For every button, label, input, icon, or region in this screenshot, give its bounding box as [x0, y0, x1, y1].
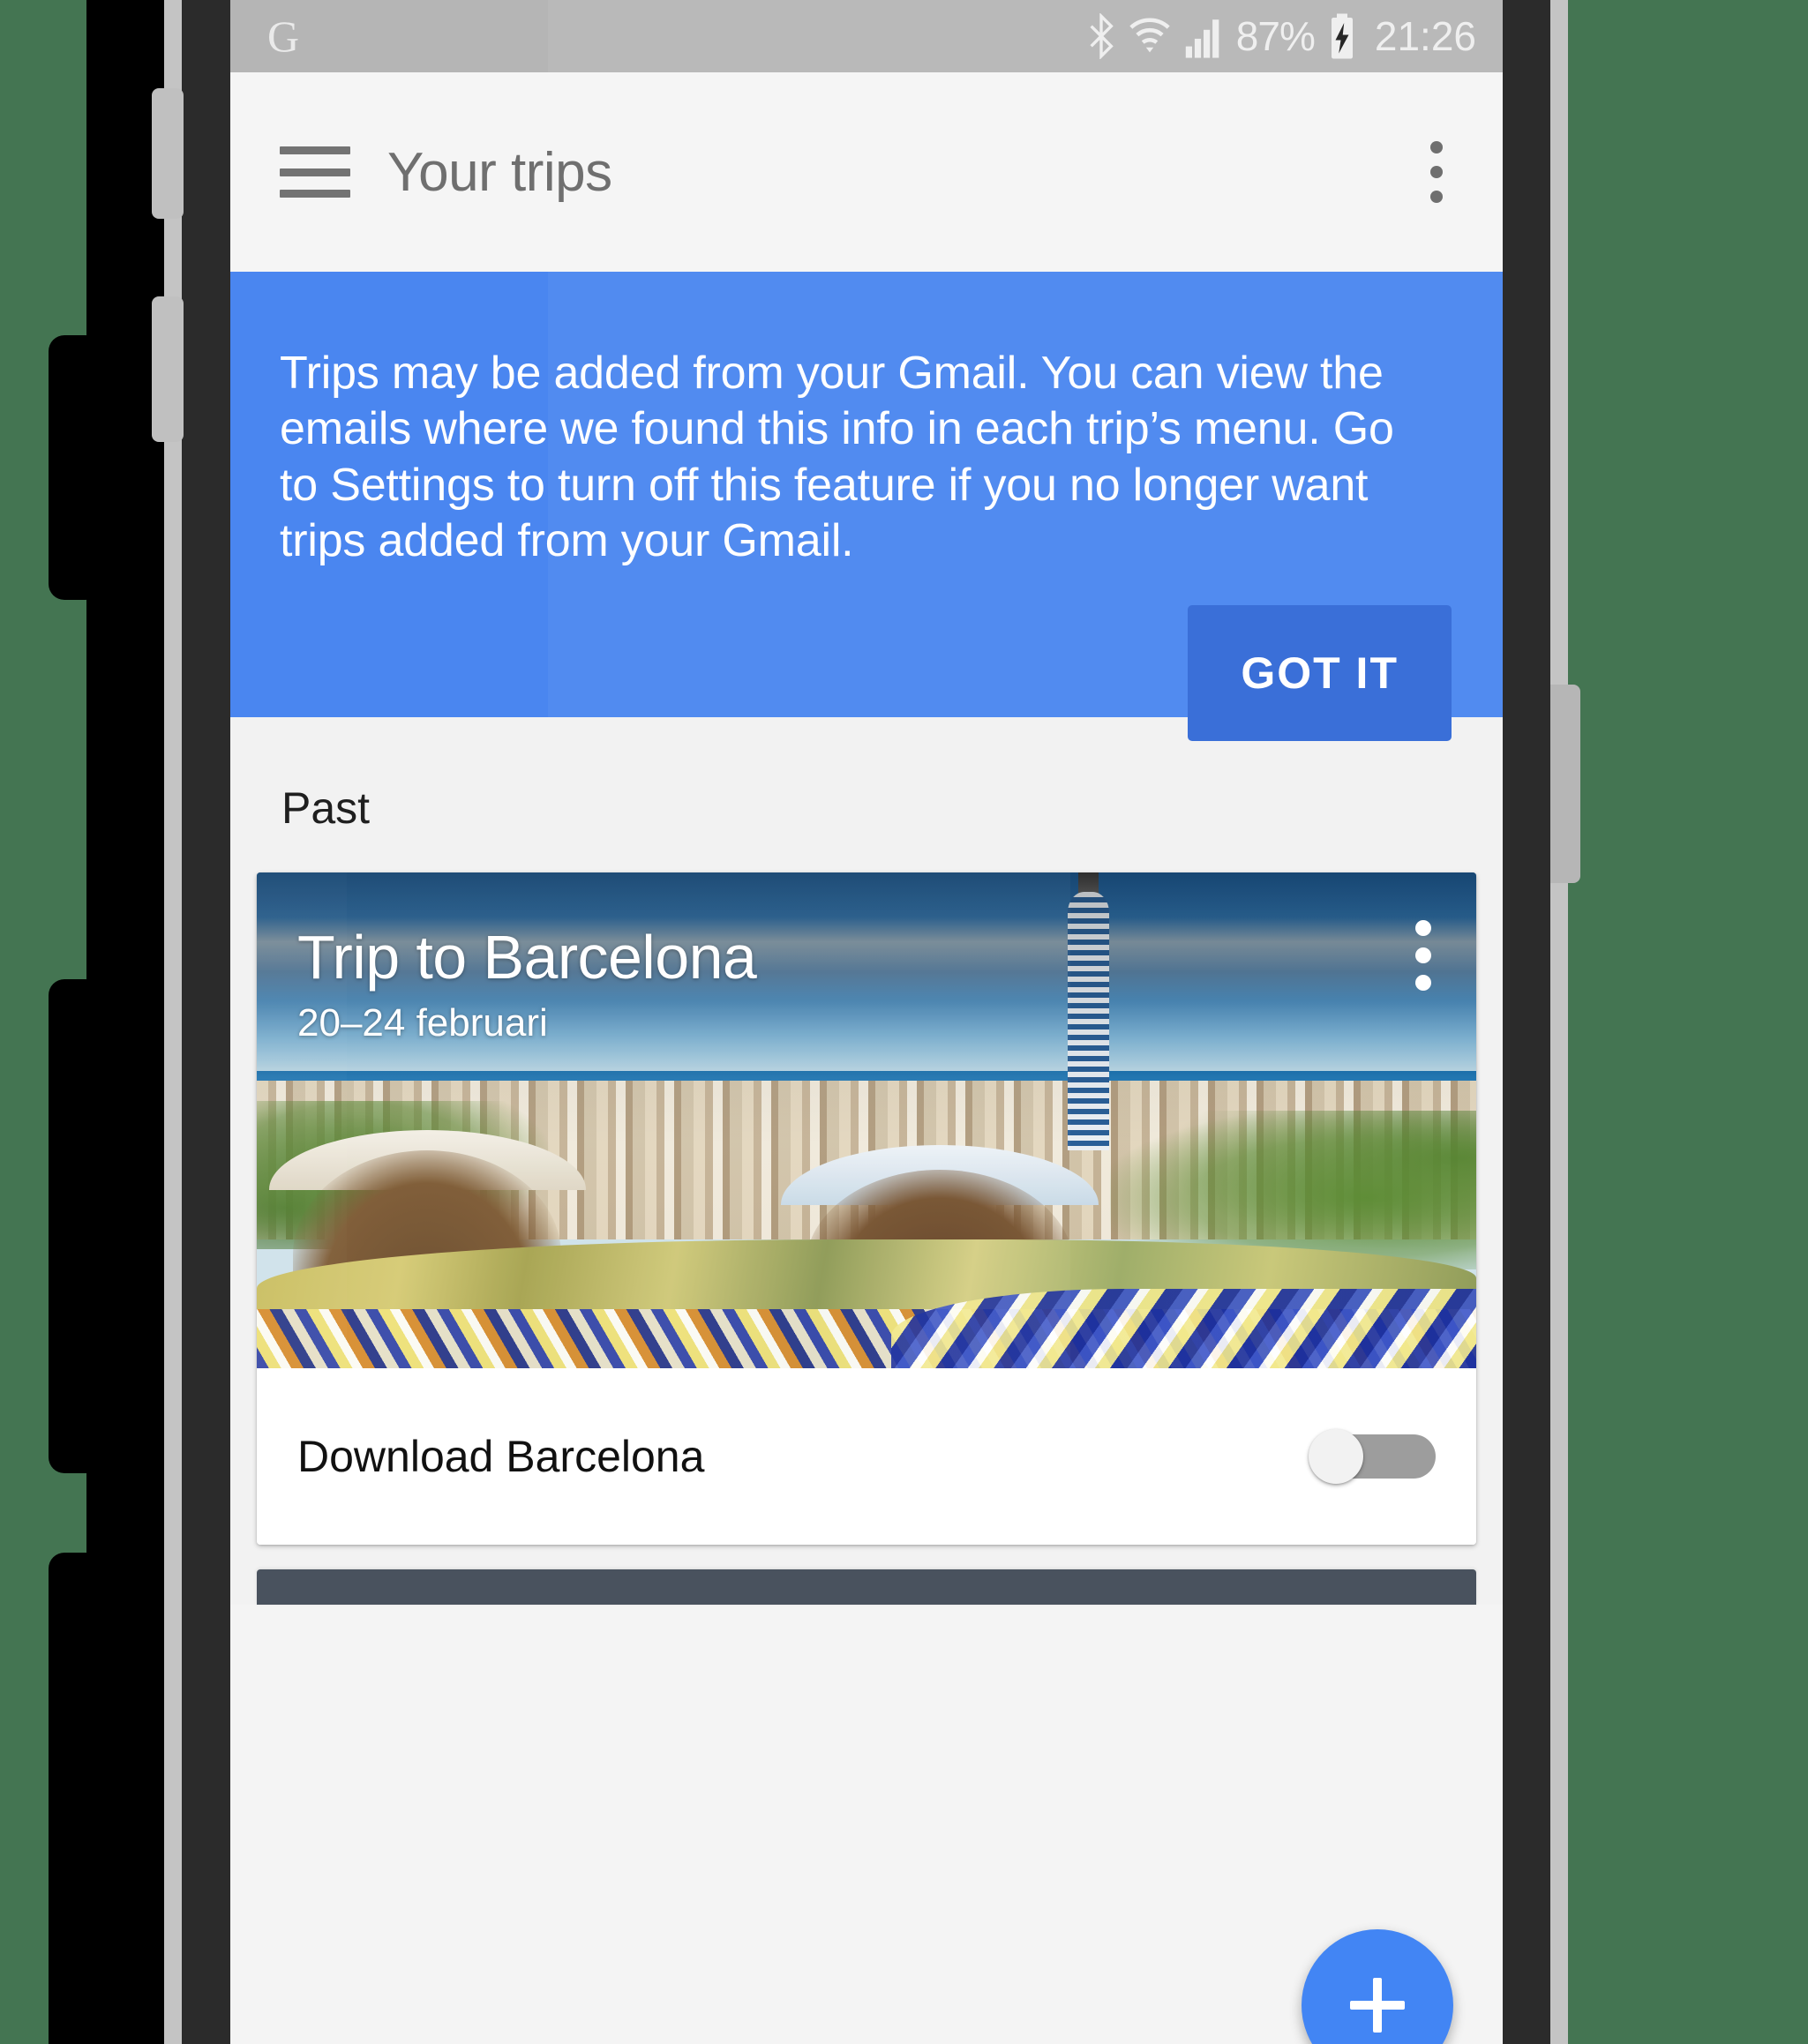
trip-dates: 20–24 februari — [297, 1001, 548, 1044]
phone-screen: G 87% 21:26 Your trips Trips may be adde… — [230, 0, 1503, 2044]
battery-percentage: 87% — [1235, 13, 1316, 59]
promo-actions: GOT IT — [280, 604, 1453, 741]
volume-up-button[interactable] — [152, 88, 184, 219]
gmail-trips-promo-banner: Trips may be added from your Gmail. You … — [230, 272, 1503, 741]
toggle-thumb — [1309, 1429, 1363, 1484]
plus-icon — [1350, 2001, 1405, 2010]
status-bar: G 87% 21:26 — [230, 0, 1503, 72]
phone-drop-shadow-notch — [49, 335, 101, 600]
trip-overflow-menu-icon[interactable] — [1397, 911, 1450, 1000]
page-title: Your trips — [387, 141, 612, 203]
add-trip-fab[interactable] — [1302, 1929, 1453, 2044]
trip-title: Trip to Barcelona — [297, 923, 757, 992]
status-bar-left: G — [230, 14, 299, 58]
download-toggle[interactable] — [1309, 1429, 1436, 1484]
download-row-label: Download Barcelona — [297, 1432, 705, 1481]
phone-drop-shadow-notch — [49, 979, 101, 1473]
next-trip-card-partial[interactable] — [257, 1569, 1476, 1605]
trip-card[interactable]: Trip to Barcelona 20–24 februari Downloa… — [257, 872, 1476, 1545]
google-g-icon: G — [267, 11, 300, 61]
app-bar: Your trips — [230, 72, 1503, 272]
status-bar-right: 87% 21:26 — [1086, 12, 1503, 60]
bluetooth-icon — [1090, 13, 1114, 59]
download-row[interactable]: Download Barcelona — [257, 1368, 1476, 1545]
wifi-icon — [1129, 18, 1170, 53]
trips-list: Past Trip to Barcelona 20–24 februari Do… — [230, 717, 1503, 1605]
phone-right-rail — [1550, 0, 1568, 2044]
volume-down-button[interactable] — [152, 296, 184, 442]
got-it-button[interactable]: GOT IT — [1188, 604, 1452, 741]
power-button[interactable] — [1550, 685, 1580, 883]
trip-hero-text: Trip to Barcelona 20–24 februari — [297, 922, 757, 1045]
overflow-menu-icon[interactable] — [1406, 124, 1467, 221]
clock: 21:26 — [1374, 13, 1476, 59]
battery-charging-icon — [1331, 13, 1353, 59]
phone-drop-shadow-notch — [49, 1553, 101, 2044]
promo-message: Trips may be added from your Gmail. You … — [280, 348, 1394, 567]
hamburger-menu-icon[interactable] — [280, 146, 350, 198]
cellular-signal-icon — [1185, 19, 1219, 58]
trip-hero-image: Trip to Barcelona 20–24 februari — [257, 872, 1476, 1368]
